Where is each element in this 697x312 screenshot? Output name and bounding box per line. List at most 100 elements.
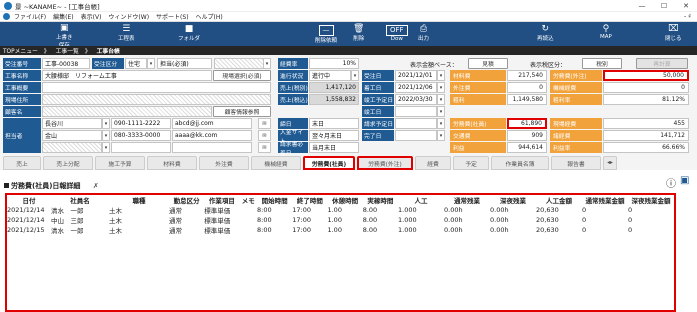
rep2-name-field[interactable]: 金山: [42, 130, 102, 141]
cell-actual[interactable]: 8.00: [363, 215, 398, 225]
cell-night-overtime[interactable]: 0.00h: [490, 215, 536, 225]
cell-attendance[interactable]: 通常: [169, 225, 204, 235]
folder-button[interactable]: ■ フォルダ: [178, 24, 200, 42]
cell-manday[interactable]: 1.000: [398, 205, 444, 215]
cell-employee[interactable]: 清水 一郎: [51, 205, 109, 215]
tab-worker-list[interactable]: 作業員名簿: [491, 156, 549, 170]
map-button[interactable]: ⚲ MAP: [600, 24, 612, 40]
rep3-dropdown[interactable]: ▾: [102, 142, 110, 153]
owner-value-field[interactable]: [214, 58, 264, 69]
col-date[interactable]: 日付: [7, 195, 51, 205]
cell-memo[interactable]: [239, 205, 257, 215]
payment-site-field[interactable]: 翌々月末日: [309, 130, 359, 141]
bill-plan-picker[interactable]: ▾: [437, 118, 445, 129]
output-button[interactable]: ⎙ 出力: [418, 24, 429, 42]
cell-start[interactable]: 8:00: [257, 215, 292, 225]
cell-break[interactable]: 1.00: [327, 215, 362, 225]
menu-window-controls[interactable]: - ♯: [684, 13, 691, 20]
col-overtime-amount[interactable]: 通常残業金額: [582, 195, 628, 205]
col-actual[interactable]: 実稼時間: [363, 195, 398, 205]
col-memo[interactable]: メモ: [239, 195, 257, 205]
rep2-mail-icon[interactable]: ✉: [258, 130, 271, 141]
col-manday-amount[interactable]: 人工金額: [536, 195, 582, 205]
rep1-name-field[interactable]: 長谷川: [42, 118, 102, 129]
table-row[interactable]: 2021/12/14 中山 三郎 土木 通常 標準単価 8:00 17:00 1…: [7, 215, 674, 225]
col-start[interactable]: 開始時間: [257, 195, 292, 205]
cell-night-overtime[interactable]: 0.00h: [490, 225, 536, 235]
tab-expense[interactable]: 経費: [415, 156, 451, 170]
table-row[interactable]: 2021/12/14 清水 一郎 土木 通常 標準単価 8:00 17:00 1…: [7, 205, 674, 215]
col-manday[interactable]: 人工: [398, 195, 444, 205]
client-name-field[interactable]: [42, 106, 212, 117]
tab-sales-distribution[interactable]: 売上分配: [43, 156, 93, 170]
order-date-field[interactable]: 2021/12/01: [395, 70, 437, 81]
cell-memo[interactable]: [239, 215, 257, 225]
col-night-overtime[interactable]: 深夜残業: [490, 195, 536, 205]
menu-window[interactable]: ウィンドウ(W): [108, 12, 149, 21]
maximize-button[interactable]: ☐: [653, 0, 675, 12]
cell-overtime-amount[interactable]: 0: [582, 215, 628, 225]
menu-view[interactable]: 表示(V): [81, 12, 102, 21]
cell-attendance[interactable]: 通常: [169, 215, 204, 225]
rep3-tel-field[interactable]: [111, 142, 171, 153]
status-dropdown[interactable]: ▾: [351, 70, 359, 81]
cell-manday-amount[interactable]: 20,630: [536, 215, 582, 225]
order-no-field[interactable]: 工事-00038: [42, 58, 90, 69]
end-date-picker[interactable]: ▾: [437, 106, 445, 117]
col-trade[interactable]: 職種: [109, 195, 169, 205]
done-date-field[interactable]: [395, 130, 437, 141]
display-tax-select[interactable]: 税別: [582, 58, 622, 69]
menu-support[interactable]: サポート(S): [156, 12, 189, 21]
menu-file[interactable]: ファイル(F): [14, 12, 46, 21]
cell-night-amount[interactable]: 0: [628, 225, 674, 235]
owner-dropdown[interactable]: ▾: [263, 58, 271, 69]
cell-end[interactable]: 17:00: [292, 225, 327, 235]
end-date-field[interactable]: [395, 106, 437, 117]
menu-help[interactable]: ヘルプ(H): [196, 12, 223, 21]
table-row[interactable]: 2021/12/15 清水 一郎 土木 通常 標準単価 8:00 17:00 1…: [7, 225, 674, 235]
delete-request-button[interactable]: — 削除依頼: [315, 25, 337, 44]
cell-night-overtime[interactable]: 0.00h: [490, 205, 536, 215]
breadcrumb-top-menu[interactable]: TOPメニュー: [3, 46, 38, 55]
breadcrumb-project-list[interactable]: 工事一覧: [56, 46, 79, 55]
tab-schedule[interactable]: 予定: [453, 156, 489, 170]
close-button[interactable]: ⌧ 閉じる: [665, 24, 682, 42]
cell-trade[interactable]: 土木: [109, 225, 169, 235]
cell-end[interactable]: 17:00: [292, 205, 327, 215]
save-disk-icon[interactable]: ▣: [680, 175, 689, 186]
col-night-amount[interactable]: 深夜残業金額: [628, 195, 674, 205]
col-end[interactable]: 終了時間: [292, 195, 327, 205]
rep2-dropdown[interactable]: ▾: [102, 130, 110, 141]
tab-outsource[interactable]: 外注費: [199, 156, 249, 170]
project-name-field[interactable]: 大腰様邸 リフォーム工事: [42, 70, 212, 81]
site-address-field[interactable]: [42, 94, 271, 105]
done-date-picker[interactable]: ▾: [437, 130, 445, 141]
cell-employee[interactable]: 中山 三郎: [51, 215, 109, 225]
cell-break[interactable]: 1.00: [327, 205, 362, 215]
cell-work-item[interactable]: 標準単価: [204, 215, 239, 225]
cell-start[interactable]: 8:00: [257, 205, 292, 215]
cell-attendance[interactable]: 通常: [169, 205, 204, 215]
delete-button[interactable]: 🗑 削除: [353, 24, 364, 42]
cell-work-item[interactable]: 標準単価: [204, 205, 239, 215]
cell-overtime-amount[interactable]: 0: [582, 205, 628, 215]
cell-memo[interactable]: [239, 225, 257, 235]
cell-end[interactable]: 17:00: [292, 215, 327, 225]
cell-start[interactable]: 8:00: [257, 225, 292, 235]
menu-edit[interactable]: 編集(E): [53, 12, 73, 21]
col-work-item[interactable]: 作業項目: [204, 195, 239, 205]
tab-material[interactable]: 材料費: [147, 156, 197, 170]
tab-scroll-arrows[interactable]: ◂▸: [603, 156, 617, 170]
col-overtime[interactable]: 通常残業: [444, 195, 490, 205]
col-employee[interactable]: 社員名: [51, 195, 109, 205]
recalculate-button[interactable]: 再計算: [636, 58, 688, 69]
cell-night-amount[interactable]: 0: [628, 205, 674, 215]
close-window-button[interactable]: ✕: [675, 0, 697, 12]
cell-date[interactable]: 2021/12/15: [7, 225, 51, 235]
start-date-field[interactable]: 2021/12/06: [395, 82, 437, 93]
cell-overtime[interactable]: 0.00h: [444, 225, 490, 235]
cell-manday[interactable]: 1.000: [398, 225, 444, 235]
expense-rate-field[interactable]: 10%: [309, 58, 359, 69]
basis-select[interactable]: 見積: [468, 58, 508, 69]
cell-trade[interactable]: 土木: [109, 215, 169, 225]
